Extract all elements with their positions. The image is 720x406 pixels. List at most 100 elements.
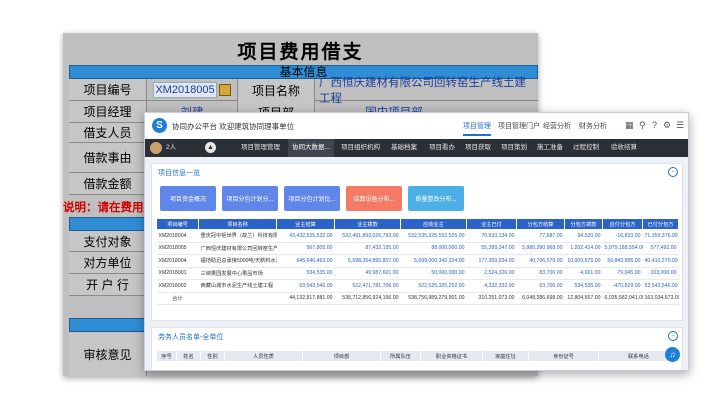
nav-item-2[interactable]: 项目组织机构 xyxy=(341,139,380,157)
table-cell: 5,698,354,895,807.00 xyxy=(334,254,401,268)
table-cell: 49,987,601.00 xyxy=(334,267,401,280)
label-counterparty: 对方单位 xyxy=(69,252,147,273)
label-review: 审核意见 xyxy=(69,333,147,376)
top-nav-project-portal[interactable]: 项目管理门户 xyxy=(498,121,540,131)
search-icon[interactable]: ⚲ xyxy=(639,120,646,131)
column-header[interactable]: 身份证号 xyxy=(528,350,599,362)
home-icon[interactable]: ▲ xyxy=(205,142,216,153)
top-nav-business-analysis[interactable]: 经营分析 xyxy=(543,121,571,131)
table-row[interactable]: XM2018005广西恒庆建材有限公司回转窑生产线土...567,805.008… xyxy=(156,242,679,255)
card-label: 项目分包计划分... xyxy=(226,197,274,203)
column-header[interactable]: 已付分包方 xyxy=(642,218,679,230)
table-cell: 71,359,376.00 xyxy=(642,229,679,243)
table-cell: 56,843,895.00 xyxy=(602,254,643,268)
app-logo-icon: S xyxy=(152,118,167,133)
table-cell: -16,833.00 xyxy=(602,229,643,243)
column-header[interactable]: 姓名 xyxy=(176,350,201,362)
panel-title-labor-list: 劳务人员名单-全单位 xyxy=(158,334,224,341)
column-header[interactable]: 项目名称 xyxy=(198,218,277,230)
table-cell: 5,979,188,554.00 xyxy=(602,242,643,255)
nav-item-5[interactable]: 项目获取 xyxy=(465,139,491,157)
table-cell: 44,132,817,881.00 xyxy=(276,292,335,305)
table-cell: 4,661.00 xyxy=(564,267,603,280)
label-project-name: 项目名称 xyxy=(237,79,315,101)
collapse-icon[interactable]: − xyxy=(668,331,678,341)
table-cell: 53,543,546.00 xyxy=(642,279,679,293)
table-cell: 10,909,675.00 xyxy=(564,254,603,268)
project-info-panel: 项目信息一览 − 项目资金概况 项目分包计划分... 项目分包计划比... 结算… xyxy=(151,163,683,321)
column-header[interactable]: 序号 xyxy=(156,350,177,362)
top-nav-project-management[interactable]: 项目管理 xyxy=(463,121,491,136)
nav-item-9[interactable]: 验收结算 xyxy=(611,139,637,157)
label-amount: 借款金额 xyxy=(69,173,147,194)
table-cell: 5,980,390,968.00 xyxy=(516,242,565,255)
nav-item-8[interactable]: 过程控制 xyxy=(573,139,599,157)
nav-item-7[interactable]: 施工准备 xyxy=(537,139,563,157)
table-cell: 577,492.00 xyxy=(642,242,679,255)
table-cell: 522,471,781,706.00 xyxy=(334,279,401,293)
table-total-row[interactable]: 合计 44,132,817,881.00 538,712,856,924,156.0… xyxy=(156,292,679,305)
table-cell: 77,687.00 xyxy=(516,229,565,243)
project-code-field[interactable]: XM2018005 xyxy=(153,82,217,98)
table-header: 项目编号 项目名称 业主结算 业主拨款 应收业主 业主已付 分包方结算 分包方拨款 应付分包方已… xyxy=(156,218,679,230)
table-cell: 2,524,326.00 xyxy=(466,267,517,280)
column-header[interactable]: 业主拨款 xyxy=(334,218,401,230)
panel-title-project-info: 项目信息一览 xyxy=(158,170,200,177)
notification-bell-icon[interactable]: ♫ xyxy=(665,347,680,362)
collapse-icon[interactable]: − xyxy=(668,167,678,177)
column-header[interactable]: 职业资格证书 xyxy=(420,350,483,362)
column-header[interactable]: 应付分包方 xyxy=(602,218,643,230)
table-cell: 177,359,934.00 xyxy=(466,254,517,268)
table-row[interactable]: XM2018004福地助迅总承接5000吨/天新料水泥生...645,646,4… xyxy=(156,254,679,268)
top-nav-finance-analysis[interactable]: 财务分析 xyxy=(579,121,607,131)
column-header[interactable]: 分包方拨款 xyxy=(564,218,603,230)
column-header[interactable]: 家庭住址 xyxy=(482,350,529,362)
lookup-icon[interactable] xyxy=(219,84,231,96)
labor-list-panel: 劳务人员名单-全单位 − 序号 姓名 性别 人员性质 项目部 所属队伍 职业资格证书 家庭住址… xyxy=(151,327,683,370)
nav-item-4[interactable]: 项目看办 xyxy=(429,139,455,157)
column-header[interactable]: 应收业主 xyxy=(400,218,467,230)
table-row[interactable]: XM2018001 三峡果园发展中心果品市场 534,535.00 49,987,60… xyxy=(156,267,679,280)
label-borrower: 借支人员 xyxy=(69,123,147,142)
column-header[interactable]: 业主已付 xyxy=(466,218,517,230)
table-cell: 4,332,332.00 xyxy=(466,279,517,293)
table-row[interactable]: XM2018002 西藏山城市水泥生产线土建工程 53,543,546.00 522,… xyxy=(156,279,679,293)
card-label: 质量整改分布... xyxy=(415,197,457,203)
menu-icon[interactable]: ☰ xyxy=(676,120,684,131)
table-cell: 538,756,989,279,901.00 xyxy=(400,292,467,305)
label-reason: 借款事由 xyxy=(69,143,147,172)
table-row[interactable]: XM2018004重庆冠中钜世界（故兰）科技有限公司...43,432,525,… xyxy=(156,229,679,243)
grid-icon[interactable]: ▦ xyxy=(625,120,634,131)
help-icon[interactable]: ? xyxy=(652,120,657,130)
table-cell: 5,699,000,342,324.00 xyxy=(400,254,467,268)
table-header: 序号 姓名 性别 人员性质 项目部 所属队伍 职业资格证书 家庭住址 身份证号 联系电话 xyxy=(156,350,679,362)
column-header[interactable]: 业主结算 xyxy=(276,218,335,230)
column-header[interactable]: 项目部 xyxy=(302,350,381,362)
card-quality-rectification[interactable]: 质量整改分布... xyxy=(408,186,464,211)
card-subcontract-ratio[interactable]: 项目分包计划比... xyxy=(284,186,340,211)
form-title: 项目费用借支 xyxy=(237,42,364,63)
column-header[interactable]: 人员性质 xyxy=(224,350,303,362)
column-header[interactable]: 性别 xyxy=(200,350,225,362)
table-cell: XM2018004 xyxy=(156,229,199,243)
card-subcontract-plan[interactable]: 项目分包计划分... xyxy=(222,186,278,211)
nav-item-3[interactable]: 基础档案 xyxy=(391,139,417,157)
form-notice: 说明：请在费用报 xyxy=(63,202,155,214)
nav-item-0[interactable]: 项目管理管理 xyxy=(241,139,280,157)
app-title: 协同办公平台 欢迎建筑协同理事单位 xyxy=(172,122,295,131)
table-cell: 534,535.00 xyxy=(564,279,603,293)
nav-item-6[interactable]: 项目策划 xyxy=(501,139,527,157)
settings-icon[interactable]: ⚙ xyxy=(663,120,671,131)
column-header[interactable]: 项目编号 xyxy=(156,218,199,230)
label-payee: 支付对象 xyxy=(69,231,147,251)
column-header[interactable]: 分包方结算 xyxy=(516,218,565,230)
table-cell: 94,520.00 xyxy=(564,229,603,243)
table-cell: XM2018004 xyxy=(156,254,199,268)
column-header[interactable]: 所属队伍 xyxy=(380,350,421,362)
nav-item-1[interactable]: 协同大数据... xyxy=(288,139,334,157)
card-settlement-equipment[interactable]: 结算设备分布... xyxy=(346,186,402,211)
card-project-funds[interactable]: 项目资金概况 xyxy=(160,186,216,211)
table-cell: 103,000.00 xyxy=(642,267,679,280)
avatar[interactable] xyxy=(150,142,162,154)
card-label: 结算设备分布... xyxy=(353,197,395,203)
